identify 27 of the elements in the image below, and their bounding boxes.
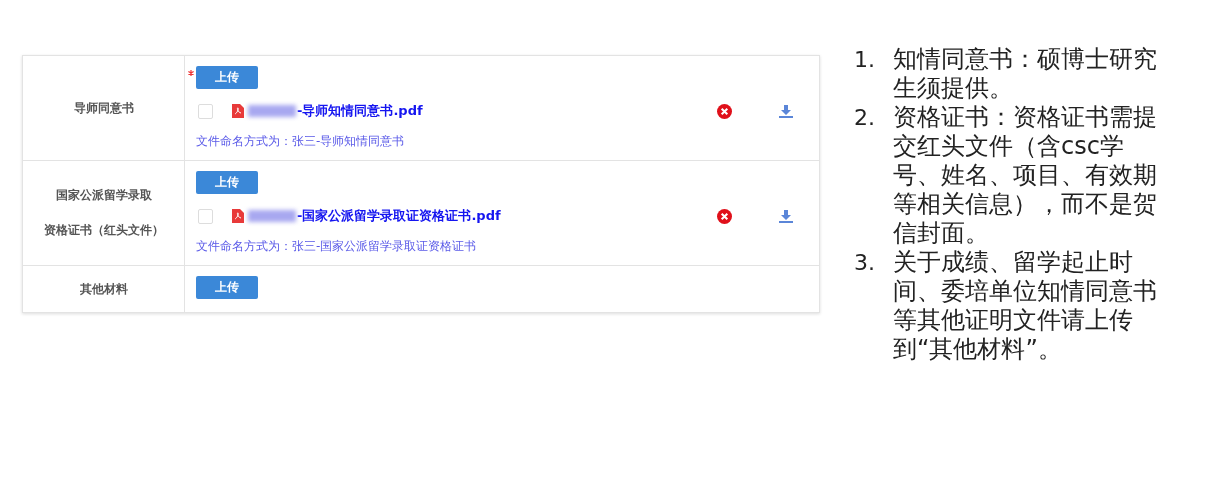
list-number: 2. — [854, 104, 876, 132]
note-text: 知情同意书：硕博士研究生须提供。 — [893, 45, 1158, 103]
list-number: 3. — [854, 249, 876, 277]
download-icon[interactable] — [779, 209, 793, 223]
delete-icon[interactable] — [717, 208, 732, 224]
row-label: 资格证书（红头文件） — [43, 222, 164, 239]
note-text: 资格证书：资格证书需提交红头文件（含csc学号、姓名、项目、有效期等相关信息），而不是贺信封面。 — [893, 103, 1158, 248]
upload-button[interactable]: 上传 — [196, 171, 258, 194]
redaction-blur — [248, 105, 296, 117]
row-label: 国家公派留学录取 — [55, 187, 152, 204]
note-text: 关于成绩、留学起止时间、委培单位知情同意书等其他证明文件请上传到“其他材料”。 — [893, 248, 1158, 364]
delete-icon[interactable] — [717, 103, 732, 119]
row-label: 其他材料 — [79, 280, 128, 298]
pdf-icon — [232, 209, 244, 223]
upload-button[interactable]: 上传 — [196, 66, 258, 89]
file-link[interactable]: -导师知情同意书.pdf — [297, 102, 423, 120]
upload-button[interactable]: 上传 — [196, 276, 258, 299]
list-number: 1. — [854, 46, 876, 74]
redaction-blur — [248, 210, 296, 222]
naming-hint: 文件命名方式为：张三-导师知情同意书 — [196, 133, 406, 150]
file-link[interactable]: -国家公派留学录取证资格证书.pdf — [297, 207, 501, 225]
download-icon[interactable] — [779, 104, 793, 118]
row-label: 导师同意书 — [73, 99, 134, 117]
checkbox[interactable] — [198, 208, 213, 224]
naming-hint: 文件命名方式为：张三-国家公派留学录取证资格证书 — [196, 238, 478, 255]
pdf-icon — [232, 104, 244, 118]
checkbox[interactable] — [198, 103, 213, 119]
